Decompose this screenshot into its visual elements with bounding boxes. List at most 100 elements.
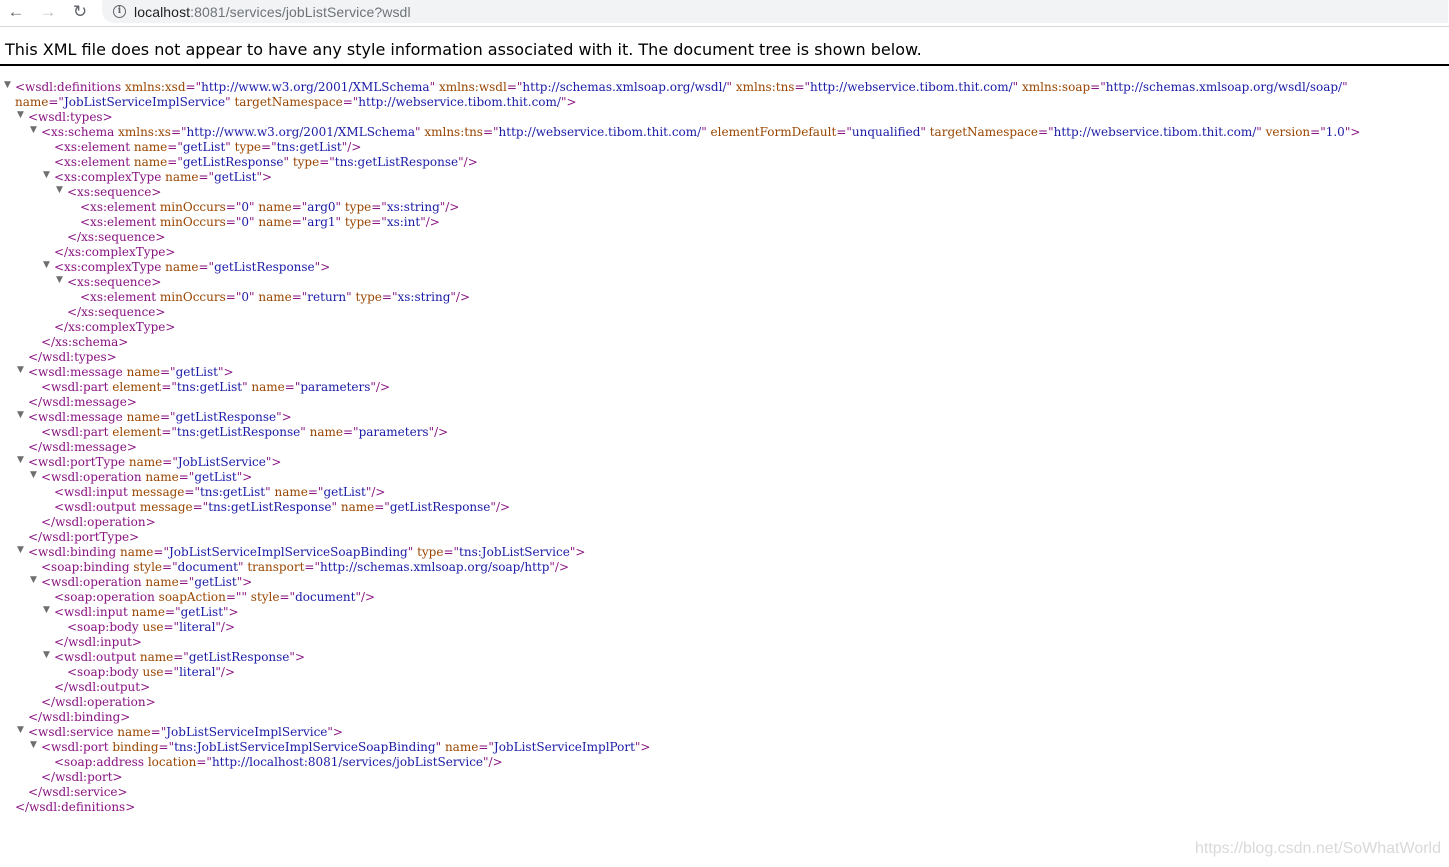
xml-tag-text: ": [1256, 125, 1266, 139]
collapse-toggle-icon[interactable]: ▼: [43, 170, 53, 185]
xml-tag-text: =": [185, 80, 202, 94]
collapse-toggle-icon[interactable]: ▼: [43, 650, 53, 665]
xml-tag-text: <wsdl:portType: [28, 455, 129, 469]
url-path: :8081/services/jobListService?wsdl: [190, 3, 411, 20]
xml-tag-text: =": [836, 125, 852, 139]
xml-tag-text: <wsdl:input: [54, 485, 132, 499]
xml-tag-text: <wsdl:output: [54, 650, 140, 664]
xml-attribute-name: name: [251, 380, 285, 394]
xml-attribute-value: http://webservice.tibom.thit.com/: [810, 80, 1013, 94]
collapse-toggle-icon[interactable]: ▼: [30, 125, 40, 140]
back-arrow-icon[interactable]: ←: [3, 0, 29, 24]
xml-line: <soap:operation soapAction="" style="doc…: [54, 590, 375, 605]
xml-line: <wsdl:operation name="getList">: [41, 470, 252, 485]
xml-tag-text: =": [371, 215, 387, 229]
xml-tag-text: =": [225, 200, 242, 214]
collapse-toggle-icon[interactable]: ▼: [17, 455, 27, 470]
xml-attribute-name: targetNamespace: [929, 125, 1039, 139]
xml-tag-text: =": [163, 665, 180, 679]
xml-tag-text: <xs:element: [80, 215, 160, 229]
xml-tag-text: ">: [236, 575, 253, 589]
collapse-toggle-icon[interactable]: ▼: [17, 725, 27, 740]
xml-tag-text: =": [167, 140, 183, 154]
xml-line: <wsdl:service name="JobListServiceImplSe…: [28, 725, 343, 740]
xml-tag-text: =": [261, 140, 277, 154]
info-icon[interactable]: i: [113, 5, 126, 18]
xml-attribute-value: parameters: [300, 380, 371, 394]
browser-toolbar: ← → ↻ i localhost:8081/services/jobListS…: [0, 0, 1449, 26]
xml-line: </xs:complexType>: [54, 320, 175, 335]
xml-tag-text: =": [307, 485, 324, 499]
xml-attribute-name: xmlns:xs: [118, 125, 171, 139]
xml-tag-text: "/>: [490, 500, 511, 514]
toolbar-divider: [0, 26, 1449, 27]
xml-attribute-name: soapAction: [158, 590, 226, 604]
collapse-toggle-icon[interactable]: ▼: [17, 110, 27, 125]
xml-tag-text: =": [159, 365, 176, 379]
xml-tag-text: <wsdl:service: [28, 725, 118, 739]
xml-tag-text: </wsdl:binding>: [28, 710, 131, 724]
xml-attribute-name: version: [1265, 125, 1311, 139]
xml-tag-text: =": [291, 290, 308, 304]
xml-line: <wsdl:output name="getListResponse">: [54, 650, 305, 665]
xml-tag-text: <soap:address: [54, 755, 148, 769]
xml-tag-text: <wsdl:operation: [41, 470, 146, 484]
xml-attribute-value: getList: [194, 575, 237, 589]
xml-attribute-value: http://schemas.xmlsoap.org/wsdl/soap/: [1105, 80, 1343, 94]
xml-tag-text: <wsdl:part: [41, 380, 113, 394]
xml-tag-text: <xs:schema: [41, 125, 119, 139]
xml-attribute-name: style: [250, 590, 280, 604]
xml-tag-text: =": [162, 455, 178, 469]
xml-tag-text: </wsdl:operation>: [41, 695, 156, 709]
xml-tag-text: =": [170, 125, 187, 139]
xml-info-text: This XML file does not appear to have an…: [5, 40, 922, 59]
xml-tag-text: </wsdl:port>: [41, 770, 123, 784]
xml-attribute-value: tns:getListResponse: [208, 500, 332, 514]
collapse-toggle-icon[interactable]: ▼: [30, 470, 40, 485]
xml-attribute-value: 1.0: [1325, 125, 1345, 139]
xml-attribute-name: name: [165, 170, 199, 184]
xml-line: </xs:sequence>: [67, 230, 165, 245]
collapse-toggle-icon[interactable]: ▼: [17, 410, 27, 425]
xml-tag-text: =": [162, 560, 178, 574]
xml-attribute-value: JobListService: [177, 455, 266, 469]
xml-tag-text: =": [163, 620, 180, 634]
collapse-toggle-icon[interactable]: ▼: [30, 740, 40, 755]
xml-tag-text: <wsdl:binding: [28, 545, 121, 559]
address-bar[interactable]: i localhost:8081/services/jobListService…: [102, 0, 1448, 23]
collapse-toggle-icon[interactable]: ▼: [43, 260, 53, 275]
collapse-toggle-icon[interactable]: ▼: [56, 185, 66, 200]
xml-line: <xs:complexType name="getListResponse">: [54, 260, 330, 275]
xml-tag-text: ": [435, 740, 445, 754]
url-text[interactable]: localhost:8081/services/jobListService?w…: [134, 4, 411, 20]
collapse-toggle-icon[interactable]: ▼: [56, 275, 66, 290]
collapse-toggle-icon[interactable]: ▼: [43, 605, 53, 620]
forward-arrow-icon[interactable]: →: [35, 0, 61, 24]
xml-tag-text: ">: [569, 545, 586, 559]
xml-tag-text: =": [192, 500, 209, 514]
xml-tag-text: ">: [223, 605, 239, 619]
watermark: https://blog.csdn.net/SoWhatWorld: [1194, 840, 1441, 857]
collapse-toggle-icon[interactable]: ▼: [30, 575, 40, 590]
xml-tag-text: ": [225, 140, 235, 154]
xml-tag-text: </wsdl:portType>: [28, 530, 140, 544]
reload-icon[interactable]: ↻: [67, 0, 93, 24]
xml-attribute-name: transport: [247, 560, 305, 574]
xml-attribute-name: minOccurs: [159, 200, 226, 214]
xml-line: </wsdl:output>: [54, 680, 150, 695]
xml-line: <xs:sequence>: [67, 275, 161, 290]
xml-tag-text: </wsdl:message>: [28, 440, 137, 454]
collapse-toggle-icon[interactable]: ▼: [4, 80, 14, 95]
xml-attribute-name: name: [145, 575, 179, 589]
xml-attribute-value: unqualified: [851, 125, 921, 139]
xml-line: </wsdl:portType>: [28, 530, 139, 545]
xml-attribute-name: name: [126, 365, 160, 379]
collapse-toggle-icon[interactable]: ▼: [17, 365, 27, 380]
xml-tag-text: =": [291, 200, 308, 214]
collapse-toggle-icon[interactable]: ▼: [17, 545, 27, 560]
xml-attribute-value: parameters: [358, 425, 429, 439]
xml-tag-text: ": [726, 80, 736, 94]
xml-tag-text: ">: [265, 455, 282, 469]
xml-tag-text: <wsdl:operation: [41, 575, 146, 589]
xml-tag-text: <xs:element: [80, 290, 160, 304]
